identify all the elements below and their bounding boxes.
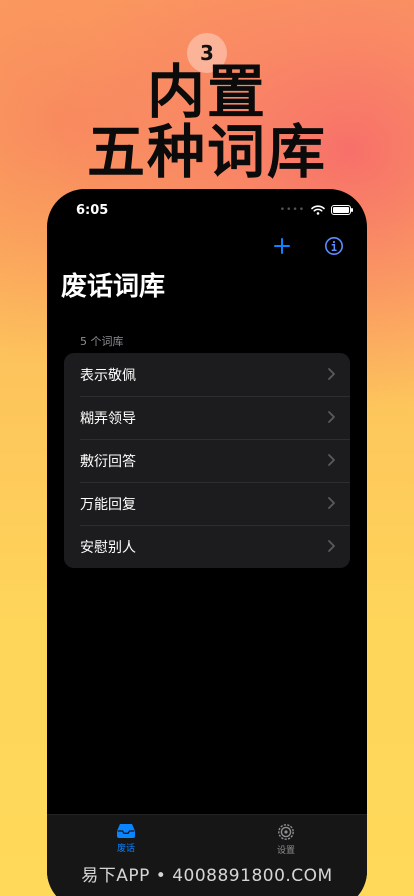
tab-label: 废话	[116, 844, 135, 854]
info-button[interactable]	[321, 233, 347, 259]
library-label: 敷衍回答	[80, 453, 136, 470]
chevron-right-icon	[328, 411, 335, 423]
chevron-right-icon	[328, 497, 335, 509]
library-row[interactable]: 敷衍回答	[64, 439, 350, 482]
chevron-right-icon	[328, 368, 335, 380]
chevron-right-icon	[328, 454, 335, 466]
library-row[interactable]: 表示敬佩	[64, 353, 350, 396]
battery-icon	[331, 205, 353, 215]
promo-headline-line1: 内置	[146, 58, 267, 126]
watermark: 易下APP • 4008891800.COM	[81, 866, 333, 886]
page-title: 废话词库	[61, 272, 166, 302]
tab-library[interactable]: 废话	[86, 823, 166, 854]
promo-headline-line2: 五种词库	[86, 118, 327, 186]
plus-icon	[274, 238, 290, 254]
library-label: 安慰别人	[80, 539, 136, 556]
chevron-right-icon	[328, 540, 335, 552]
library-row[interactable]: 糊弄领导	[64, 396, 350, 439]
tab-label: 设置	[276, 846, 295, 856]
library-row[interactable]: 安慰别人	[64, 525, 350, 568]
library-label: 表示敬佩	[80, 367, 136, 384]
tray-icon	[117, 824, 135, 838]
library-label: 糊弄领导	[80, 410, 136, 427]
signal-dots-icon: ••••	[279, 205, 305, 215]
info-icon	[325, 237, 343, 255]
section-header: 5 个词库	[80, 335, 124, 348]
status-indicators: ••••	[279, 205, 353, 215]
wifi-icon	[311, 205, 325, 215]
library-label: 万能回复	[80, 496, 136, 513]
tab-settings[interactable]: 设置	[246, 823, 326, 856]
gear-icon	[278, 824, 294, 840]
status-time: 6:05	[76, 203, 109, 218]
library-row[interactable]: 万能回复	[64, 482, 350, 525]
add-button[interactable]	[269, 233, 295, 259]
library-list: 表示敬佩 糊弄领导 敷衍回答 万能回复 安慰别人	[64, 353, 350, 568]
phone-screen: 6:05 •••• 废话词库 5 个词库 表示敬佩 糊弄领导 敷衍回答 万能回复…	[47, 189, 367, 896]
